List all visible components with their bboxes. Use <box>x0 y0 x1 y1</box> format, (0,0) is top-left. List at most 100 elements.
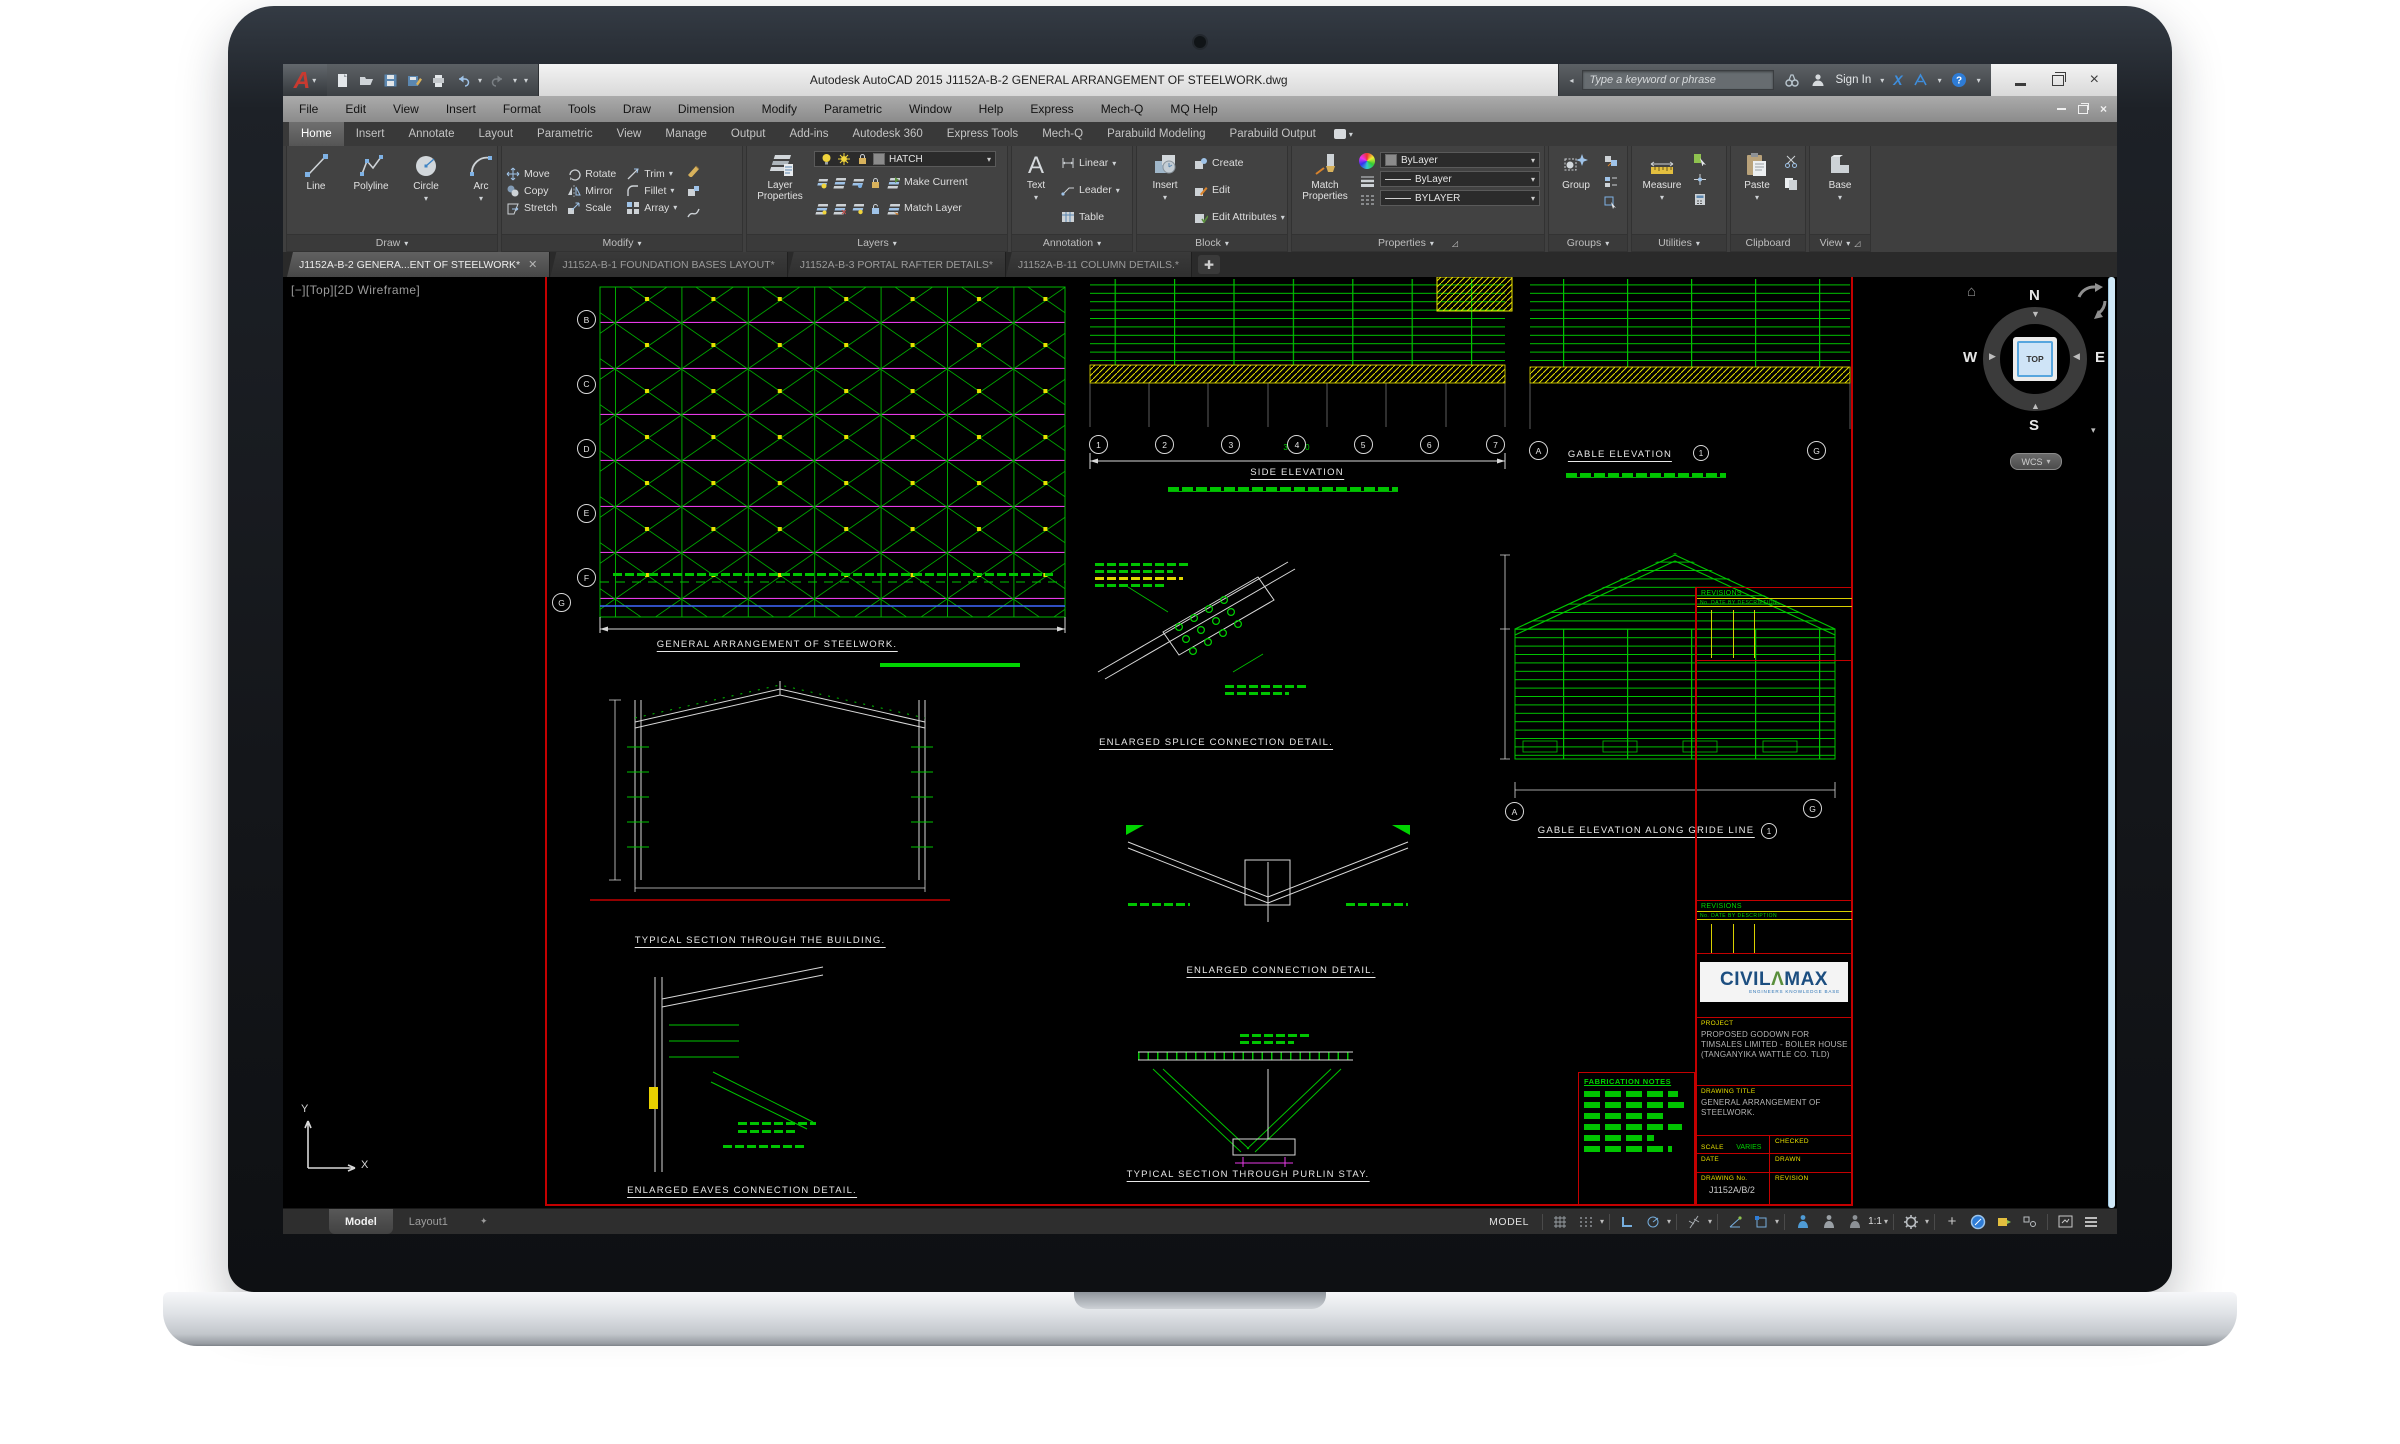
linear-dimension-button[interactable]: Linear ▾ <box>1061 152 1120 174</box>
panel-label-clipboard[interactable]: Clipboard <box>1731 234 1805 251</box>
panel-label-block[interactable]: Block ▾ <box>1137 234 1287 251</box>
viewcube-east[interactable]: E <box>2095 349 2105 366</box>
menu-item-0[interactable]: File <box>299 102 318 116</box>
match-layer-button[interactable]: Match Layer <box>814 197 1003 219</box>
paste-button[interactable]: Paste ▾ <box>1735 150 1779 204</box>
sign-in-button[interactable]: Sign In <box>1835 74 1871 86</box>
close-button[interactable]: × <box>2090 72 2099 88</box>
save-as-icon[interactable] <box>406 72 423 89</box>
linetype-icon[interactable] <box>1360 193 1374 207</box>
annotation-scale-person-icon[interactable] <box>1842 1212 1866 1232</box>
group-select-icon[interactable] <box>1604 195 1618 209</box>
create-block-button[interactable]: Create <box>1194 152 1285 174</box>
annotation-monitor-icon[interactable]: + <box>1940 1212 1964 1232</box>
layout1-tab[interactable]: Layout1 <box>393 1209 464 1234</box>
trim-button[interactable]: Trim ▾ <box>626 167 677 181</box>
annotation-visibility-icon[interactable] <box>1790 1212 1814 1232</box>
undo-dropdown-icon[interactable]: ▾ <box>478 76 482 85</box>
vertical-scrollbar[interactable] <box>2108 277 2115 1208</box>
file-tab-2[interactable]: J1152A-B-1 FOUNDATION BASES LAYOUT* <box>550 252 788 277</box>
menu-item-5[interactable]: Tools <box>568 102 596 116</box>
undo-icon[interactable] <box>454 72 471 89</box>
object-color-combobox[interactable]: ByLayer ▾ <box>1380 152 1540 168</box>
save-icon[interactable] <box>382 72 399 89</box>
text-button[interactable]: A Text ▾ <box>1016 150 1056 204</box>
rotate-button[interactable]: Rotate <box>567 167 616 181</box>
leader-button[interactable]: Leader ▾ <box>1061 179 1120 201</box>
file-tab-4[interactable]: J1152A-B-11 COLUMN DETAILS.* <box>1005 252 1192 277</box>
ribbon-tab-1[interactable]: Annotate <box>396 122 466 146</box>
grid-display-icon[interactable] <box>1574 1212 1598 1232</box>
linetype-combobox[interactable]: BYLAYER ▾ <box>1380 190 1540 206</box>
new-drawing-tab-button[interactable]: ✚ <box>1197 255 1220 274</box>
menu-item-13[interactable]: Mech-Q <box>1101 102 1144 116</box>
annotation-autoscale-icon[interactable] <box>1816 1212 1840 1232</box>
viewcube-south[interactable]: S <box>2029 417 2039 434</box>
move-button[interactable]: Move <box>506 167 557 181</box>
circle-button[interactable]: Circle ▾ <box>401 150 451 205</box>
snap-mode-icon[interactable] <box>1548 1212 1572 1232</box>
ribbon-tab-2[interactable]: Layout <box>467 122 526 146</box>
ribbon-tab-3[interactable]: Parametric <box>525 122 605 146</box>
model-space-button[interactable]: MODEL <box>1481 1216 1537 1228</box>
osnap-dropdown-icon[interactable]: ▾ <box>1775 1217 1779 1226</box>
customization-menu-icon[interactable] <box>2079 1212 2103 1232</box>
communication-dropdown-icon[interactable]: ▾ <box>1938 76 1942 85</box>
color-wheel-icon[interactable] <box>1359 153 1375 169</box>
doc-minimize-icon[interactable] <box>2056 108 2066 110</box>
table-button[interactable]: Table <box>1061 206 1120 228</box>
viewcube-orbit-arrows[interactable] <box>2075 283 2111 323</box>
menu-item-4[interactable]: Format <box>503 102 541 116</box>
object-snap-icon[interactable] <box>1749 1212 1773 1232</box>
isometric-dropdown-icon[interactable]: ▾ <box>1708 1217 1712 1226</box>
layer-combobox[interactable]: HATCH ▾ <box>814 151 996 167</box>
ribbon-tab-6[interactable]: Output <box>719 122 778 146</box>
open-file-icon[interactable] <box>358 72 375 89</box>
viewcube-top-face[interactable]: TOP <box>2017 341 2053 377</box>
cut-icon[interactable] <box>1784 154 1798 168</box>
layer-properties-button[interactable]: Layer Properties <box>751 150 809 204</box>
panel-label-properties[interactable]: Properties ▾ ◿ <box>1292 234 1544 251</box>
new-layout-button[interactable]: ✦ <box>464 1209 504 1234</box>
close-tab-icon[interactable]: ✕ <box>528 258 537 271</box>
panel-label-layers[interactable]: Layers ▾ <box>747 234 1007 251</box>
viewcube-arrow-s[interactable]: ▲ <box>2031 401 2040 411</box>
fillet-button[interactable]: Fillet ▾ <box>626 184 677 198</box>
quick-calc-icon[interactable] <box>1693 192 1707 206</box>
ungroup-icon[interactable] <box>1604 153 1618 167</box>
match-properties-button[interactable]: Match Properties <box>1296 150 1354 204</box>
annotation-scale-value[interactable]: 1:1 <box>1868 1216 1882 1227</box>
qat-customize-icon[interactable]: ▾ <box>524 76 528 85</box>
copy-button[interactable]: Copy <box>506 184 557 198</box>
menu-item-7[interactable]: Dimension <box>678 102 735 116</box>
point-style-icon[interactable] <box>1693 172 1707 186</box>
file-tab-3[interactable]: J1152A-B-3 PORTAL RAFTER DETAILS* <box>787 252 1006 277</box>
menu-item-9[interactable]: Parametric <box>824 102 882 116</box>
ribbon-tab-4[interactable]: View <box>605 122 654 146</box>
viewcube-home-icon[interactable]: ⌂ <box>1967 283 1976 300</box>
menu-item-1[interactable]: Edit <box>345 102 366 116</box>
wcs-dropdown[interactable]: WCS ▾ <box>2010 453 2062 470</box>
arc-button[interactable]: Arc ▾ <box>456 150 506 205</box>
workspace-gear-icon[interactable] <box>1899 1212 1923 1232</box>
redo-dropdown-icon[interactable]: ▾ <box>513 76 517 85</box>
edit-attributes-button[interactable]: Edit Attributes ▾ <box>1194 206 1285 228</box>
menu-item-12[interactable]: Express <box>1030 102 1073 116</box>
group-button[interactable]: Group <box>1553 150 1599 193</box>
help-dropdown-icon[interactable]: ▾ <box>1977 76 1981 85</box>
doc-restore-icon[interactable] <box>2077 102 2089 114</box>
viewcube-arrow-e[interactable]: ◀ <box>2073 351 2080 362</box>
ribbon-tab-7[interactable]: Add-ins <box>777 122 840 146</box>
ribbon-tab-11[interactable]: Parabuild Modeling <box>1095 122 1217 146</box>
ribbon-tab-0[interactable]: Insert <box>344 122 397 146</box>
panel-label-annotation[interactable]: Annotation ▾ <box>1012 234 1132 251</box>
erase-icon[interactable] <box>686 163 700 177</box>
viewcube[interactable]: ⌂ N S W E ▼ ▲ ▶ ◀ TOP ▾ WCS ▾ <box>1959 279 2117 475</box>
polyline-button[interactable]: Polyline <box>346 150 396 194</box>
file-tab-1[interactable]: J1152A-B-2 GENERA...ENT OF STEELWORK* ✕ <box>287 252 551 277</box>
stretch-button[interactable]: Stretch <box>506 201 557 215</box>
line-button[interactable]: Line <box>291 150 341 194</box>
edit-polyline-icon[interactable] <box>686 205 700 219</box>
snap-dropdown-icon[interactable]: ▾ <box>1600 1217 1604 1226</box>
search-input[interactable]: Type a keyword or phrase <box>1582 70 1775 90</box>
